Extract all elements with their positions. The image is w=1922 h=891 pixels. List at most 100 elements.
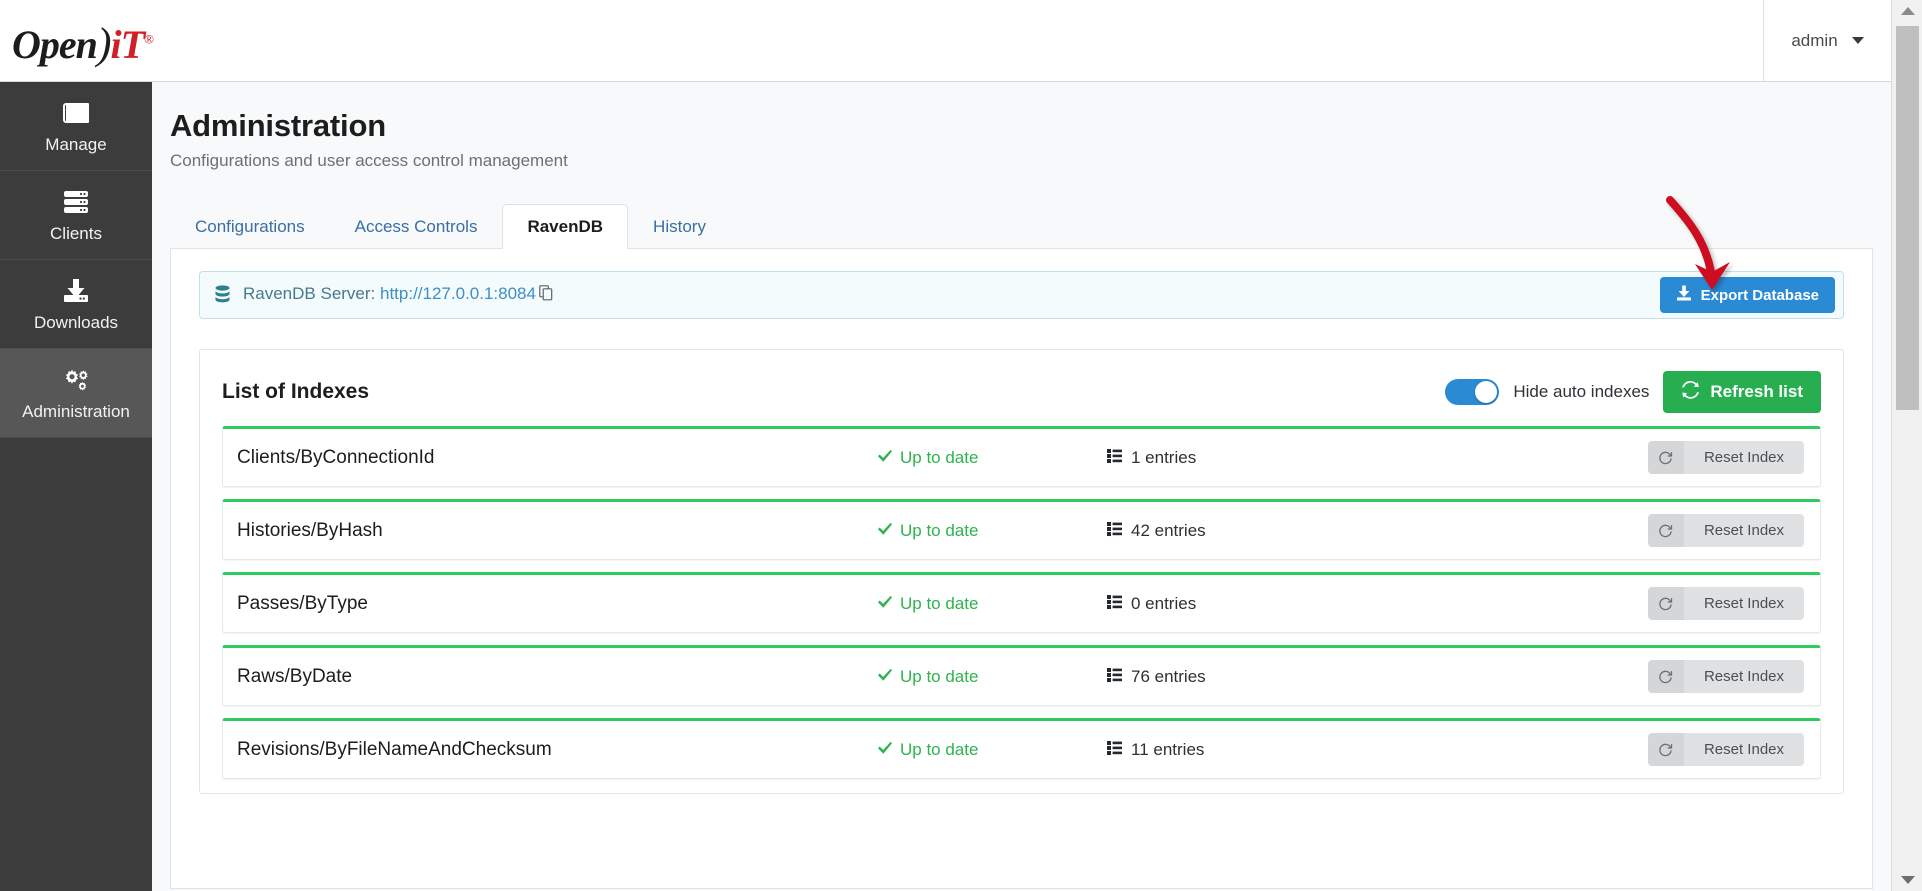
logo-it-text: iT [110, 21, 146, 67]
app-root: Open)iT® admin Manage Clients Downloads … [0, 0, 1922, 891]
check-icon [877, 521, 893, 541]
reset-index-label: Reset Index [1683, 587, 1804, 620]
list-icon [1107, 448, 1122, 468]
sidebar-nav: Manage Clients Downloads Administration [0, 82, 152, 891]
reset-index-label: Reset Index [1683, 733, 1804, 766]
brand-logo[interactable]: Open)iT® [0, 0, 154, 81]
indexes-card-title: List of Indexes [222, 380, 370, 403]
scroll-up-button[interactable] [1892, 0, 1922, 22]
index-entries-label: 42 entries [1131, 520, 1206, 540]
copy-icon[interactable] [539, 285, 553, 305]
index-status-label: Up to date [900, 447, 979, 467]
sidebar-item-administration[interactable]: Administration [0, 349, 152, 438]
list-icon [1107, 594, 1122, 614]
registered-mark: ® [144, 31, 154, 47]
index-row[interactable]: Raws/ByDate Up to date 76 entries Reset … [222, 645, 1821, 706]
tab-history[interactable]: History [628, 204, 731, 249]
reset-index-button[interactable]: Reset Index [1647, 587, 1804, 620]
index-name: Raws/ByDate [237, 665, 353, 687]
index-row[interactable]: Clients/ByConnectionId Up to date 1 entr… [222, 426, 1821, 487]
index-entries: 42 entries [1107, 521, 1367, 541]
hide-auto-indexes-toggle[interactable] [1445, 379, 1500, 405]
index-row[interactable]: Revisions/ByFileNameAndChecksum Up to da… [222, 718, 1821, 779]
page-header: Administration Configurations and user a… [152, 82, 1891, 171]
header-spacer [152, 0, 1763, 81]
index-entries-label: 0 entries [1131, 593, 1197, 613]
page-title: Administration [170, 108, 386, 143]
user-menu-label: admin [1791, 30, 1838, 50]
reset-index-button[interactable]: Reset Index [1647, 514, 1804, 547]
index-status: Up to date [877, 667, 1107, 687]
tab-bar: Configurations Access Controls RavenDB H… [170, 203, 1891, 249]
index-status: Up to date [877, 740, 1107, 760]
check-icon [877, 594, 893, 614]
export-database-button[interactable]: Export Database [1659, 277, 1835, 313]
index-name: Revisions/ByFileNameAndChecksum [237, 738, 552, 760]
chevron-down-icon [1900, 876, 1915, 884]
server-label: RavenDB Server: http://127.0.0.1:8084 [243, 284, 553, 306]
refresh-list-label: Refresh list [1710, 382, 1803, 401]
check-icon [877, 740, 893, 760]
sidebar-item-downloads[interactable]: Downloads [0, 260, 152, 349]
index-status: Up to date [877, 521, 1107, 541]
reset-index-button[interactable]: Reset Index [1647, 660, 1804, 693]
sidebar-item-manage[interactable]: Manage [0, 82, 152, 171]
sidebar-item-clients[interactable]: Clients [0, 171, 152, 260]
index-status-label: Up to date [900, 593, 979, 613]
chevron-up-icon [1900, 7, 1915, 15]
sidebar-item-label: Administration [22, 402, 130, 421]
list-icon [1107, 521, 1122, 541]
page-scrollbar[interactable] [1891, 0, 1922, 891]
refresh-icon [1681, 380, 1700, 404]
page-subtitle: Configurations and user access control m… [170, 151, 568, 170]
index-status-label: Up to date [900, 666, 979, 686]
index-entries-label: 11 entries [1131, 739, 1205, 759]
refresh-list-button[interactable]: Refresh list [1663, 371, 1821, 413]
indexes-card-header: List of Indexes Hide auto indexes Refres… [222, 370, 1821, 414]
scrollbar-thumb[interactable] [1896, 26, 1919, 410]
chevron-down-icon [1851, 37, 1864, 44]
hide-auto-indexes-label: Hide auto indexes [1513, 382, 1650, 401]
reset-index-button[interactable]: Reset Index [1647, 441, 1804, 474]
check-icon [877, 448, 893, 468]
tab-access-controls[interactable]: Access Controls [330, 204, 503, 249]
logo-paren: ) [96, 18, 112, 68]
list-icon [1107, 667, 1122, 687]
list-of-indexes-card: List of Indexes Hide auto indexes Refres… [199, 349, 1844, 794]
reset-index-label: Reset Index [1683, 514, 1804, 547]
tab-configurations[interactable]: Configurations [170, 204, 330, 249]
logo-open-text: Open [12, 21, 98, 67]
reset-index-button[interactable]: Reset Index [1647, 733, 1804, 766]
user-menu-admin[interactable]: admin [1763, 0, 1891, 81]
indexes-card-controls: Hide auto indexes Refresh list [1445, 371, 1821, 413]
reset-index-label: Reset Index [1683, 441, 1804, 474]
index-name: Clients/ByConnectionId [237, 446, 435, 468]
gears-icon [61, 365, 91, 395]
reset-icon [1647, 587, 1684, 620]
index-entries: 1 entries [1107, 448, 1367, 468]
top-header: Open)iT® admin [0, 0, 1891, 82]
server-label-text: RavenDB Server: [243, 284, 380, 303]
index-name: Passes/ByType [237, 592, 368, 614]
reset-icon [1647, 514, 1684, 547]
index-status: Up to date [877, 448, 1107, 468]
index-entries-label: 76 entries [1131, 666, 1206, 686]
check-icon [877, 667, 893, 687]
main-content: Administration Configurations and user a… [152, 82, 1891, 891]
index-row[interactable]: Histories/ByHash Up to date 42 entries R… [222, 499, 1821, 560]
index-entries: 11 entries [1107, 740, 1367, 760]
server-url-link[interactable]: http://127.0.0.1:8084 [380, 284, 536, 303]
ravendb-panel: RavenDB Server: http://127.0.0.1:8084 Ex… [170, 249, 1873, 889]
list-icon [1107, 740, 1122, 760]
reset-icon [1647, 441, 1684, 474]
toggle-knob [1475, 381, 1498, 403]
index-status: Up to date [877, 594, 1107, 614]
tab-ravendb[interactable]: RavenDB [502, 204, 629, 249]
index-entries: 0 entries [1107, 594, 1367, 614]
sidebar-item-label: Downloads [33, 313, 119, 332]
index-status-label: Up to date [900, 520, 979, 540]
reset-index-label: Reset Index [1683, 660, 1804, 693]
scroll-down-button[interactable] [1892, 869, 1922, 891]
index-row[interactable]: Passes/ByType Up to date 0 entries Reset… [222, 572, 1821, 633]
newspaper-icon [62, 98, 90, 128]
